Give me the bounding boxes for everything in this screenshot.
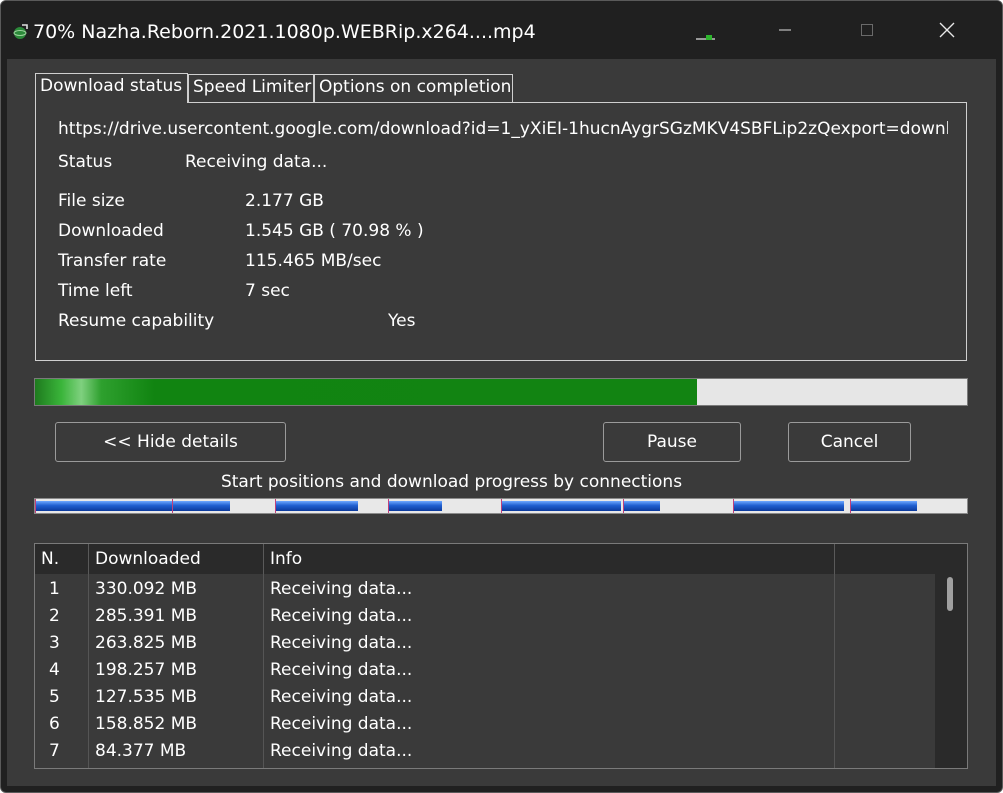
minimize-icon	[779, 29, 791, 31]
row-downloaded: 127.535 MB	[95, 687, 198, 707]
connections-list-header: N. Downloaded Info	[35, 544, 967, 574]
row-info: Receiving data...	[270, 633, 413, 653]
file-size-value: 2.177 GB	[245, 191, 324, 211]
time-left-label: Time left	[58, 281, 133, 301]
download-progress-bar	[34, 378, 968, 406]
row-info: Receiving data...	[270, 714, 413, 734]
connections-caption: Start positions and download progress by…	[220, 472, 683, 492]
table-row[interactable]: 7 84.377 MB Receiving data...	[35, 738, 935, 765]
download-status-panel: https://drive.usercontent.google.com/dow…	[35, 102, 967, 361]
connections-progress-bar	[34, 498, 968, 514]
minimize-button[interactable]	[755, 1, 815, 59]
table-row[interactable]: 4 198.257 MB Receiving data...	[35, 657, 935, 684]
list-scrollbar[interactable]	[935, 574, 967, 768]
row-number: 1	[49, 579, 60, 599]
row-downloaded: 198.257 MB	[95, 660, 198, 680]
row-downloaded: 84.377 MB	[95, 741, 187, 761]
tab-download-status[interactable]: Download status	[35, 73, 188, 103]
column-header-downloaded[interactable]: Downloaded	[89, 544, 264, 574]
row-number: 3	[49, 633, 60, 653]
row-downloaded: 285.391 MB	[95, 606, 198, 626]
row-downloaded: 330.092 MB	[95, 579, 198, 599]
row-number: 5	[49, 687, 60, 707]
file-size-label: File size	[58, 191, 125, 211]
row-info: Receiving data...	[270, 741, 413, 761]
download-globe-icon	[13, 24, 28, 39]
row-number: 2	[49, 606, 60, 626]
connection-segment-7	[734, 501, 844, 511]
connection-segment-4	[389, 501, 442, 511]
status-label: Status	[58, 152, 113, 172]
hide-details-button[interactable]: << Hide details	[55, 422, 286, 462]
row-info: Receiving data...	[270, 687, 413, 707]
maximize-icon	[861, 24, 873, 36]
downloaded-value: 1.545 GB ( 70.98 % )	[245, 221, 424, 241]
download-url: https://drive.usercontent.google.com/dow…	[58, 119, 948, 139]
list-scrollbar-thumb[interactable]	[947, 577, 953, 611]
connection-segment-6	[624, 501, 660, 511]
close-button[interactable]	[917, 1, 977, 59]
window-title: 70% Nazha.Reborn.2021.1080p.WEBRip.x264.…	[33, 21, 536, 43]
transfer-rate-value: 115.465 MB/sec	[245, 251, 382, 271]
row-downloaded: 263.825 MB	[95, 633, 198, 653]
download-progress-fill	[35, 379, 697, 405]
connection-segment-1	[36, 501, 172, 511]
table-row[interactable]: 5 127.535 MB Receiving data...	[35, 684, 935, 711]
connection-segment-3	[276, 501, 358, 511]
cancel-button[interactable]: Cancel	[788, 422, 911, 462]
close-icon	[939, 22, 955, 38]
connection-segment-5	[502, 501, 621, 511]
column-header-number[interactable]: N.	[35, 544, 89, 574]
table-row[interactable]: 3 263.825 MB Receiving data...	[35, 630, 935, 657]
table-row[interactable]: 2 285.391 MB Receiving data...	[35, 603, 935, 630]
resume-capability-value: Yes	[388, 311, 416, 331]
column-header-info[interactable]: Info	[264, 544, 835, 574]
dialog-client-area: Download status Speed Limiter Options on…	[7, 59, 996, 786]
table-row[interactable]: 1 330.092 MB Receiving data...	[35, 576, 935, 603]
title-bar[interactable]: 70% Nazha.Reborn.2021.1080p.WEBRip.x264.…	[1, 1, 1002, 59]
download-window: 70% Nazha.Reborn.2021.1080p.WEBRip.x264.…	[0, 0, 1003, 793]
column-header-blank[interactable]	[835, 544, 967, 574]
connection-segment-2	[173, 501, 230, 511]
tab-speed-limiter[interactable]: Speed Limiter	[188, 74, 314, 102]
pause-button[interactable]: Pause	[603, 422, 741, 462]
row-number: 6	[49, 714, 60, 734]
time-left-value: 7 sec	[245, 281, 290, 301]
progress-mini-icon	[696, 35, 715, 40]
row-downloaded: 158.852 MB	[95, 714, 198, 734]
maximize-button[interactable]	[837, 1, 897, 59]
resume-capability-label: Resume capability	[58, 311, 215, 331]
row-info: Receiving data...	[270, 606, 413, 626]
downloaded-label: Downloaded	[58, 221, 164, 241]
row-info: Receiving data...	[270, 579, 413, 599]
transfer-rate-label: Transfer rate	[58, 251, 167, 271]
connection-segment-8	[851, 501, 917, 511]
row-number: 4	[49, 660, 60, 680]
row-info: Receiving data...	[270, 660, 413, 680]
connections-list[interactable]: N. Downloaded Info 1 330.092 MB Receivin…	[34, 543, 968, 769]
status-value: Receiving data...	[185, 152, 328, 172]
table-row[interactable]: 6 158.852 MB Receiving data...	[35, 711, 935, 738]
tab-options-on-completion[interactable]: Options on completion	[314, 74, 513, 102]
row-number: 7	[49, 741, 60, 761]
